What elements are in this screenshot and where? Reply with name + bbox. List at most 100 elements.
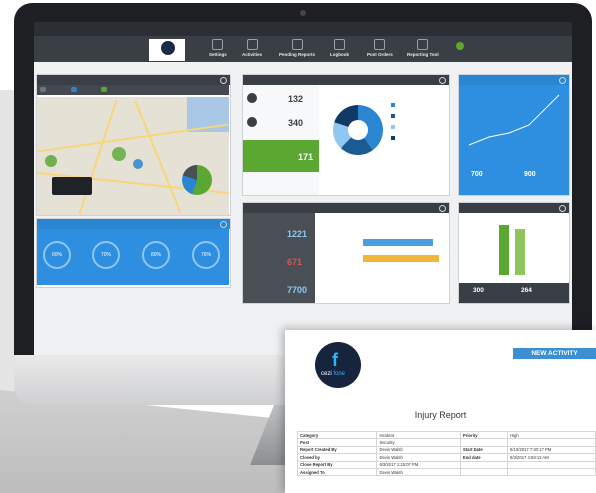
- percent-dial: 80%: [142, 241, 170, 269]
- map-legend: [37, 85, 229, 95]
- logo-icon: [161, 41, 175, 55]
- dials-panel: 60% 70% 80% 76%: [36, 218, 231, 288]
- panel-header: [459, 203, 569, 213]
- field-value: Devin Walsh: [376, 453, 461, 462]
- legend-swatch: [391, 114, 395, 118]
- map-tooltip: [52, 177, 92, 195]
- table-row: Report Created By Devin Walsh Start Date…: [296, 445, 596, 455]
- donut-chart[interactable]: [333, 105, 383, 155]
- bar-series-b[interactable]: [363, 255, 439, 262]
- legend-swatch: [391, 136, 395, 140]
- company-logo: f cezi fone: [315, 342, 361, 388]
- new-activity-button[interactable]: NEW ACTIVITY: [513, 348, 596, 359]
- bar-value: 300: [473, 287, 484, 294]
- panel-header: [459, 75, 569, 85]
- bar-series-a[interactable]: [363, 239, 433, 246]
- clipboard-icon: [291, 39, 303, 50]
- logo-text-part: fone: [333, 371, 346, 377]
- report-details-table: Category Incident Priority High Post Sec…: [296, 430, 596, 477]
- report-title: Injury Report: [414, 410, 467, 420]
- report-count: 7700: [287, 285, 308, 295]
- document-icon: [374, 39, 386, 50]
- background-band: [0, 390, 300, 493]
- gear-icon[interactable]: [220, 77, 227, 84]
- trend-chart[interactable]: [459, 85, 569, 165]
- legend-item[interactable]: [71, 87, 77, 92]
- bar-green[interactable]: [515, 229, 525, 275]
- table-row: Post Security: [296, 438, 596, 447]
- trend-line: [468, 94, 560, 146]
- gear-icon[interactable]: [439, 205, 446, 212]
- nav-label: Activities: [242, 52, 263, 57]
- field-value: 6/3/2017 4:59:13 AM: [507, 453, 596, 462]
- field-label: Priority: [459, 430, 509, 440]
- bar-value: 264: [521, 287, 532, 294]
- injury-report-card: NEW ACTIVITY f cezi fone Injury Report C…: [285, 330, 596, 493]
- panel-header: [243, 75, 449, 85]
- field-value: Incident: [376, 430, 461, 440]
- map-marker[interactable]: [45, 155, 57, 167]
- percent-dial: 76%: [192, 241, 220, 269]
- panel-header: [37, 219, 230, 229]
- table-row: Closed by Devin Walsh End date 6/3/2017 …: [296, 453, 596, 462]
- field-value: Security: [376, 438, 461, 447]
- nav-activities[interactable]: Activities: [242, 39, 262, 57]
- field-value: 6/3/2017 1:25:07 PM: [376, 460, 461, 469]
- map-road: [37, 123, 229, 153]
- trend-value: 700: [471, 171, 483, 178]
- field-label: Category: [296, 430, 378, 440]
- donut-legend: [391, 103, 441, 163]
- map-marker[interactable]: [112, 147, 126, 161]
- gear-icon[interactable]: [559, 205, 566, 212]
- field-label: Assigned To: [296, 467, 378, 477]
- panel-header: [37, 75, 230, 85]
- donut-hole: [348, 120, 368, 140]
- map-pie-marker[interactable]: [182, 165, 212, 195]
- nav-logbook[interactable]: Logbook: [330, 39, 349, 57]
- nav-post-orders[interactable]: Post Orders: [367, 39, 393, 57]
- legend-item[interactable]: [101, 87, 107, 92]
- field-value: Devin Walsh: [376, 445, 461, 455]
- legend-item[interactable]: [40, 87, 46, 92]
- logo-text: cezi fone: [321, 371, 345, 377]
- table-row: Assigned To Devin Walsh: [296, 467, 596, 477]
- field-label: [459, 460, 509, 469]
- report-count: 1221: [287, 229, 308, 239]
- field-label: Start Date: [459, 445, 509, 455]
- top-bar: [34, 22, 572, 36]
- nav-pending-reports[interactable]: Pending Reports: [279, 39, 315, 57]
- kpi-value: 171: [298, 152, 314, 162]
- help-icon[interactable]: [456, 42, 464, 50]
- percent-dial: 60%: [43, 241, 71, 269]
- kpi-icon: [247, 93, 257, 103]
- map-marker[interactable]: [133, 159, 143, 169]
- app-logo[interactable]: [149, 39, 185, 61]
- bars-panel: 300 264: [458, 202, 570, 304]
- field-label: End date: [459, 453, 509, 462]
- gear-icon[interactable]: [559, 77, 566, 84]
- table-row: Close Report By 6/3/2017 1:25:07 PM: [296, 460, 596, 469]
- logo-text-part: cezi: [321, 371, 332, 377]
- nav-settings[interactable]: Settings: [209, 39, 227, 57]
- kpi-value: 340: [288, 118, 304, 128]
- legend-swatch: [391, 103, 395, 107]
- bar-green[interactable]: [499, 225, 509, 275]
- map[interactable]: [37, 97, 229, 215]
- gear-icon[interactable]: [439, 77, 446, 84]
- field-value: Devin Walsh: [376, 467, 461, 477]
- camera-icon: [300, 10, 306, 16]
- field-label: Report Created By: [296, 445, 378, 455]
- gear-icon: [212, 39, 224, 50]
- legend-swatch: [391, 125, 395, 129]
- field-label: [459, 467, 509, 477]
- dashboard-screen: Settings Activities Pending Reports Logb…: [34, 22, 572, 355]
- nav-label: Pending Reports: [279, 52, 316, 57]
- bars-footer: 300 264: [459, 283, 569, 303]
- gear-icon[interactable]: [220, 221, 227, 228]
- nav-reporting-tool[interactable]: Reporting Tool: [407, 39, 439, 57]
- nav-label: Settings: [209, 52, 227, 57]
- percent-dial: 70%: [92, 241, 120, 269]
- field-label: Post: [296, 438, 378, 447]
- pencil-icon: [246, 39, 258, 50]
- logo-mark-icon: f: [332, 350, 338, 370]
